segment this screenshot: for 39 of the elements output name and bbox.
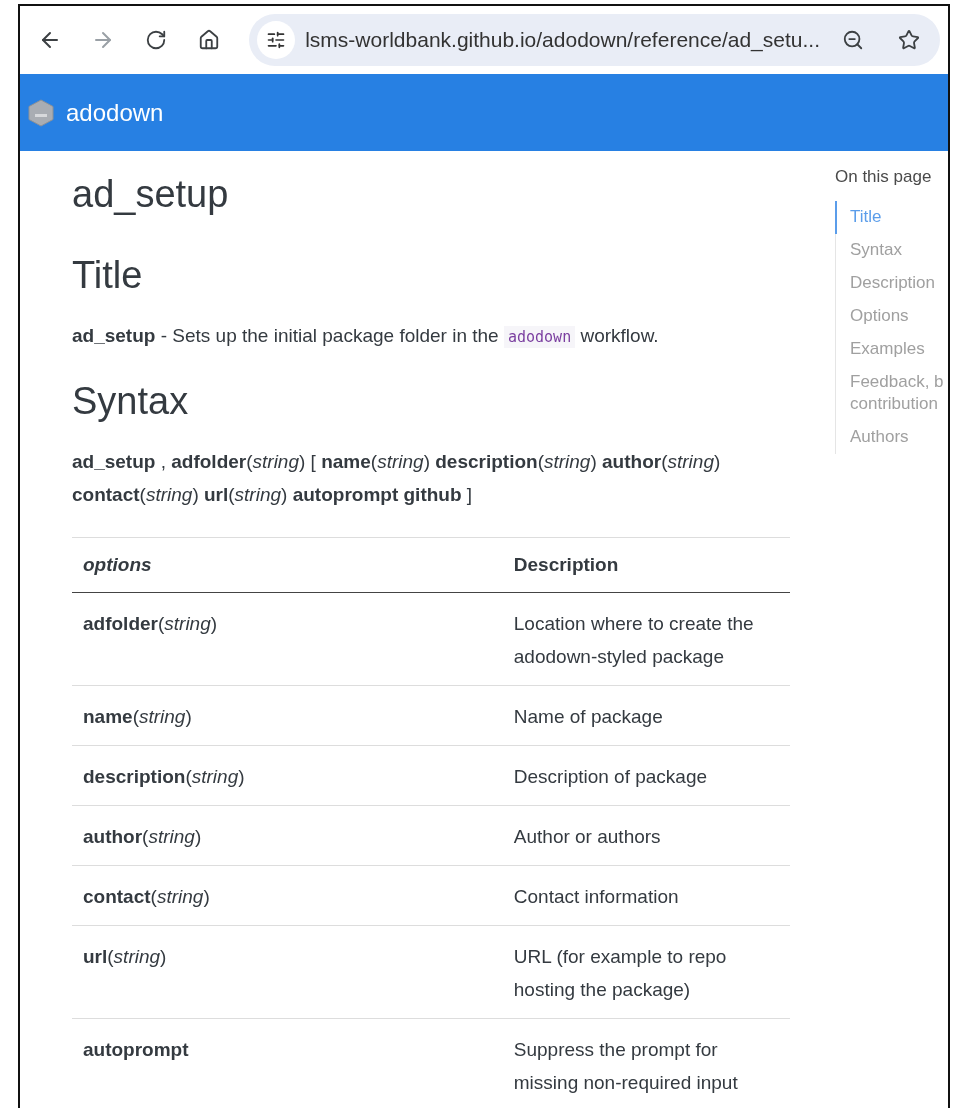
table-cell: description(string): [72, 745, 503, 806]
home-icon: [197, 29, 220, 51]
section-heading: Title: [72, 254, 144, 297]
reload-icon: [145, 29, 167, 51]
address-bar[interactable]: lsms-worldbank.github.io/adodown/reference/ad_setu...: [249, 14, 940, 66]
column-header: options: [72, 537, 503, 593]
brand-link[interactable]: adodown: [66, 98, 164, 127]
page-title: ad_setup: [72, 173, 230, 216]
section-heading: Syntax: [72, 380, 190, 423]
sliders-icon: [266, 30, 287, 50]
paragraph: ad_setup , adfolder(string) [ name(string) description(string) author(string) contact(string) url(string) autoprompt github ]: [72, 450, 722, 507]
star-icon: [898, 29, 920, 51]
table-cell: Name of package: [502, 685, 790, 746]
toc-link[interactable]: Title: [835, 201, 948, 234]
toc-title: On this page: [835, 167, 933, 187]
table-cell: Location where to create the adodown-styled package: [502, 592, 790, 686]
toc-link[interactable]: Feedback, b contribution: [835, 366, 948, 421]
table-cell: Description of package: [502, 745, 790, 806]
toc-link[interactable]: Syntax: [835, 234, 948, 267]
toc-link[interactable]: Options: [835, 300, 948, 333]
table-cell: adfolder(string): [72, 592, 503, 686]
table-cell: Contact information: [502, 865, 790, 926]
paragraph: ad_setup - Sets up the initial package folder in the adodown workflow.: [72, 324, 660, 350]
site-settings-button[interactable]: [257, 21, 296, 59]
table-cell: author(string): [72, 805, 503, 866]
table-cell: Suppress the prompt for missing non-required input: [502, 1018, 790, 1108]
table-cell: contact(string): [72, 865, 503, 926]
toc-link[interactable]: Authors: [835, 421, 948, 454]
url-text: lsms-worldbank.github.io/adodown/reference/ad_setu...: [305, 28, 820, 52]
zoom-out-icon: [842, 29, 864, 51]
column-header: Description: [502, 537, 790, 593]
table-cell: Author or authors: [502, 805, 790, 866]
table-cell: url(string): [72, 925, 503, 1019]
table-cell: autoprompt: [72, 1018, 503, 1108]
table-cell: URL (for example to repo hosting the package): [502, 925, 790, 1019]
table-cell: name(string): [72, 685, 503, 746]
toc-link[interactable]: Description: [835, 267, 948, 300]
hexagon-logo-icon: [28, 98, 54, 127]
toc-link[interactable]: Examples: [835, 333, 948, 366]
